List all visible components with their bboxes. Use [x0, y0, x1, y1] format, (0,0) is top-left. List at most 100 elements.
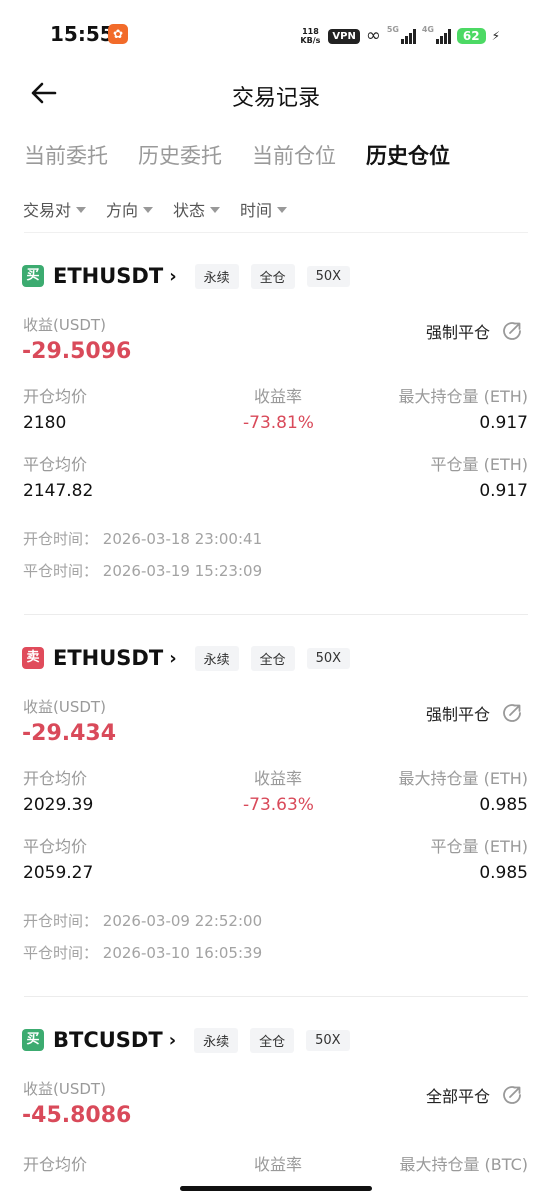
caret-down-icon: [210, 207, 221, 213]
close-type-share[interactable]: 强制平仓: [426, 701, 524, 725]
share-icon[interactable]: [500, 701, 524, 725]
filter-pair-label: 交易对: [23, 201, 72, 220]
leverage-tag: 50X: [306, 265, 351, 287]
filter-pair[interactable]: 交易对: [23, 197, 87, 221]
leverage-tag: 50X: [306, 647, 351, 669]
open-time-value: 2026-03-09 22:52:00: [102, 912, 263, 930]
open-price-field: 开仓均价 2180: [23, 383, 87, 433]
symbol-link[interactable]: ETHUSDT: [53, 264, 163, 288]
open-time-row: 开仓时间： 2026-03-09 22:52:00: [23, 910, 262, 931]
symbol-link[interactable]: ETHUSDT: [53, 646, 163, 670]
max-size-value: 0.917: [479, 413, 528, 433]
chevron-right-icon[interactable]: ›: [169, 1030, 176, 1051]
divider: [24, 232, 528, 233]
close-time-row: 平仓时间： 2026-03-10 16:05:39: [23, 942, 262, 963]
margin-mode-tag: 全仓: [250, 1027, 295, 1053]
closed-size-field: 平仓量 (ETH) 0.917: [431, 451, 529, 501]
side-badge: 买: [22, 265, 44, 287]
signal-4g-label: 4G: [421, 25, 434, 34]
pnl-value: -45.8086: [22, 1103, 132, 1128]
chevron-right-icon[interactable]: ›: [169, 266, 176, 287]
max-size-value: 0.985: [479, 795, 528, 815]
max-size-label: 最大持仓量 (ETH): [398, 387, 529, 406]
position-card: 卖 ETHUSDT › 永续 全仓 50X 收益(USDT) -29.434 强…: [0, 617, 552, 997]
app-header: 交易记录: [0, 70, 552, 118]
status-bar: 15:55 ✿ 118 KB/s VPN ∞ 5G 4G 62 ⚡: [0, 0, 552, 70]
caret-down-icon: [76, 207, 87, 213]
filter-bar: 交易对 方向 状态 时间: [23, 197, 288, 221]
open-time-value: 2026-03-18 23:00:41: [102, 530, 263, 548]
roi-field: 收益率 -73.63%: [243, 765, 314, 815]
max-size-label: 最大持仓量 (ETH): [398, 769, 529, 788]
status-icons: 118 KB/s VPN ∞ 5G 4G 62 ⚡: [298, 24, 500, 48]
symbol-link[interactable]: BTCUSDT: [53, 1028, 163, 1052]
caret-down-icon: [277, 207, 288, 213]
close-type-label: 强制平仓: [425, 323, 490, 342]
pnl-label: 收益(USDT): [23, 698, 106, 716]
open-time-label: 开仓时间：: [23, 912, 99, 930]
vpn-icon: VPN: [328, 28, 360, 44]
close-type-label: 强制平仓: [425, 705, 490, 724]
position-card-header: 买 BTCUSDT › 永续 全仓 50X: [22, 1027, 350, 1053]
side-badge: 买: [22, 1029, 44, 1051]
network-speed-unit: KB/s: [300, 36, 321, 45]
contract-type-tag: 永续: [194, 1027, 239, 1053]
close-price-value: 2059.27: [23, 863, 94, 883]
roi-value: -73.81%: [243, 413, 314, 433]
position-card: 买 BTCUSDT › 永续 全仓 50X 收益(USDT) -45.8086 …: [0, 999, 552, 1200]
closed-size-field: 平仓量 (ETH) 0.985: [431, 833, 529, 883]
position-card: 买 ETHUSDT › 永续 全仓 50X 收益(USDT) -29.5096 …: [0, 235, 552, 615]
position-card-header: 卖 ETHUSDT › 永续 全仓 50X: [22, 645, 351, 671]
margin-mode-tag: 全仓: [250, 645, 295, 671]
network-speed: 118 KB/s: [298, 27, 322, 45]
max-size-field: 最大持仓量 (BTC): [399, 1151, 528, 1175]
close-time-value: 2026-03-10 16:05:39: [102, 944, 263, 962]
signal-5g-label: 5G: [386, 25, 399, 34]
filter-direction-label: 方向: [106, 201, 139, 220]
pnl-label: 收益(USDT): [23, 316, 106, 334]
network-speed-value: 118: [302, 27, 319, 36]
pnl-value: -29.5096: [22, 339, 132, 364]
filter-status[interactable]: 状态: [173, 197, 221, 221]
roi-label: 收益率: [253, 387, 302, 406]
battery-icon: 62: [456, 28, 486, 44]
tab-position-history[interactable]: 历史仓位: [366, 140, 450, 176]
chevron-right-icon[interactable]: ›: [169, 648, 176, 669]
tab-order-history[interactable]: 历史委托: [138, 140, 222, 176]
open-price-label: 开仓均价: [23, 387, 88, 406]
notification-app-icon: ✿: [108, 24, 128, 44]
charging-icon: ⚡: [491, 29, 500, 43]
divider: [24, 614, 528, 615]
divider: [24, 996, 528, 997]
roi-value: -73.63%: [243, 795, 314, 815]
closed-size-label: 平仓量 (ETH): [430, 837, 529, 856]
close-price-field: 平仓均价 2059.27: [23, 833, 93, 883]
share-icon[interactable]: [500, 1083, 524, 1107]
open-time-label: 开仓时间：: [23, 530, 99, 548]
close-price-label: 平仓均价: [23, 455, 88, 474]
home-indicator[interactable]: [180, 1186, 372, 1191]
roi-label: 收益率: [253, 1155, 302, 1174]
tab-bar: 当前委托 历史委托 当前仓位 历史仓位: [24, 140, 450, 176]
open-price-field: 开仓均价: [23, 1151, 87, 1175]
caret-down-icon: [143, 207, 154, 213]
close-type-label: 全部平仓: [425, 1087, 490, 1106]
max-size-label: 最大持仓量 (BTC): [399, 1155, 528, 1174]
filter-status-label: 状态: [173, 201, 206, 220]
close-time-value: 2026-03-19 15:23:09: [102, 562, 263, 580]
contract-type-tag: 永续: [194, 263, 239, 289]
tab-current-positions[interactable]: 当前仓位: [252, 140, 336, 176]
leverage-tag: 50X: [306, 1029, 350, 1051]
tab-current-orders[interactable]: 当前委托: [24, 140, 108, 176]
filter-time-label: 时间: [240, 201, 273, 220]
share-icon[interactable]: [500, 319, 524, 343]
filter-direction[interactable]: 方向: [106, 197, 154, 221]
open-time-row: 开仓时间： 2026-03-18 23:00:41: [23, 528, 262, 549]
close-type-share[interactable]: 全部平仓: [426, 1083, 524, 1107]
closed-size-value: 0.917: [479, 481, 528, 501]
page-title: 交易记录: [231, 86, 320, 111]
filter-time[interactable]: 时间: [240, 197, 288, 221]
status-time: 15:55: [50, 22, 114, 46]
close-type-share[interactable]: 强制平仓: [426, 319, 524, 343]
margin-mode-tag: 全仓: [250, 263, 295, 289]
